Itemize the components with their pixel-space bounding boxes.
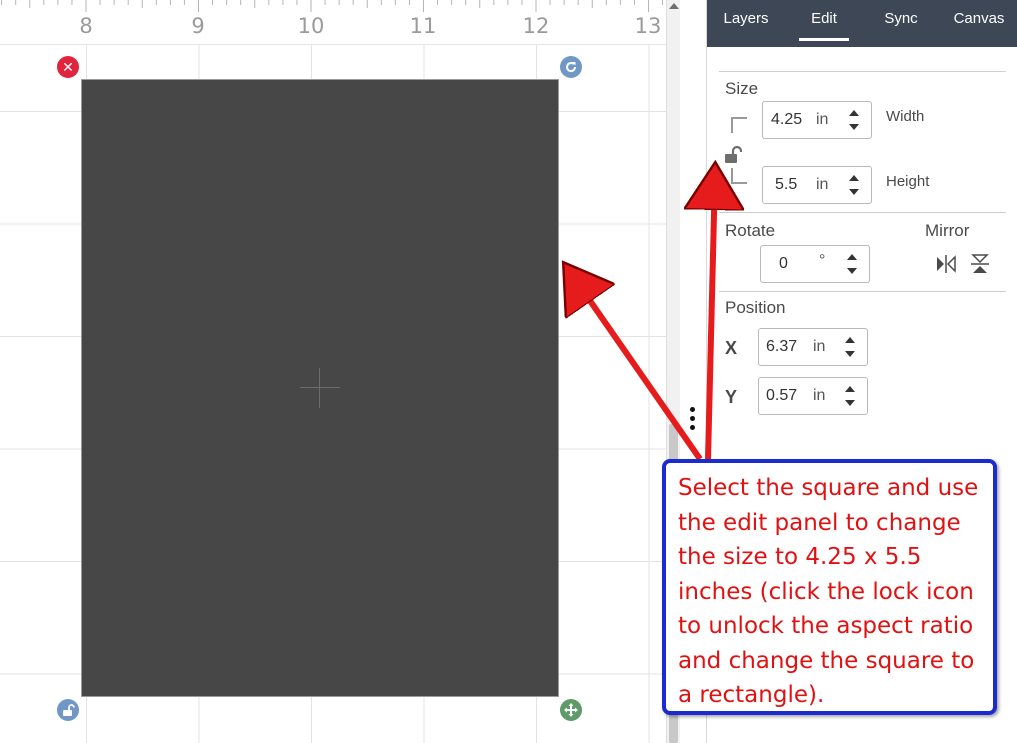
move-arrows-icon bbox=[564, 703, 578, 717]
lock-handle[interactable] bbox=[57, 699, 79, 721]
mirror-horizontal-icon[interactable] bbox=[935, 253, 957, 275]
x-value: 6.37 bbox=[766, 338, 798, 355]
tab-canvas[interactable]: Canvas bbox=[947, 0, 1011, 38]
drag-dot bbox=[690, 416, 695, 421]
ruler-label: 12 bbox=[522, 14, 550, 38]
selected-shape[interactable] bbox=[81, 79, 559, 697]
height-increment-icon[interactable] bbox=[849, 175, 859, 181]
ruler-label: 8 bbox=[79, 14, 93, 38]
y-decrement-icon[interactable] bbox=[845, 400, 855, 406]
ruler-label: 9 bbox=[191, 14, 205, 38]
height-input[interactable]: 5.5 in bbox=[762, 166, 872, 204]
rotate-handle[interactable] bbox=[560, 56, 582, 78]
panel-divider bbox=[719, 212, 1006, 213]
horizontal-ruler: 8 9 10 11 12 13 bbox=[0, 0, 666, 45]
tab-layers[interactable]: Layers bbox=[715, 0, 777, 38]
mirror-vertical-icon[interactable] bbox=[969, 253, 991, 275]
ruler-label: 11 bbox=[409, 14, 437, 38]
scroll-up-arrow-icon[interactable] bbox=[669, 3, 679, 9]
panel-divider bbox=[719, 291, 1006, 292]
height-value: 5.5 bbox=[775, 176, 798, 193]
y-increment-icon[interactable] bbox=[845, 386, 855, 392]
drag-dot bbox=[690, 425, 695, 430]
y-value: 0.57 bbox=[766, 387, 798, 404]
ruler-label: 10 bbox=[297, 14, 325, 38]
y-label: Y bbox=[725, 387, 738, 407]
rotate-icon bbox=[566, 62, 577, 73]
height-unit: in bbox=[816, 176, 829, 193]
aspect-bracket-top bbox=[731, 117, 747, 133]
mirror-section-label: Mirror bbox=[925, 221, 970, 240]
height-decrement-icon[interactable] bbox=[849, 189, 859, 195]
delete-handle[interactable]: ✕ bbox=[57, 56, 79, 78]
shape-center-crosshair bbox=[300, 368, 340, 408]
x-unit: in bbox=[813, 338, 826, 355]
rotate-unit: ° bbox=[819, 252, 826, 269]
width-label: Width bbox=[886, 108, 925, 125]
rotate-increment-icon[interactable] bbox=[847, 254, 857, 260]
position-section-label: Position bbox=[725, 298, 786, 317]
y-position-input[interactable]: 0.57 in bbox=[758, 377, 868, 415]
drag-dot bbox=[690, 407, 695, 412]
x-decrement-icon[interactable] bbox=[845, 351, 855, 357]
annotation-callout: Select the square and use the edit panel… bbox=[662, 459, 997, 715]
panel-resize-handle[interactable] bbox=[689, 405, 697, 433]
rotate-value: 0 bbox=[779, 255, 788, 272]
height-label: Height bbox=[886, 173, 930, 190]
panel-tab-bar: Layers Edit Sync Canvas bbox=[707, 0, 1017, 47]
design-canvas[interactable]: 8 9 10 11 12 13 ✕ bbox=[0, 0, 666, 743]
width-unit: in bbox=[816, 111, 829, 128]
rotate-input[interactable]: 0 ° bbox=[760, 245, 870, 283]
ruler-label: 13 bbox=[634, 14, 662, 38]
aspect-bracket-bottom bbox=[731, 168, 747, 184]
lock-open-icon[interactable] bbox=[724, 146, 746, 166]
lock-open-icon bbox=[63, 704, 75, 716]
width-decrement-icon[interactable] bbox=[849, 124, 859, 130]
y-unit: in bbox=[813, 387, 826, 404]
resize-handle[interactable] bbox=[560, 699, 582, 721]
tab-edit[interactable]: Edit bbox=[799, 0, 849, 41]
rotate-decrement-icon[interactable] bbox=[847, 268, 857, 274]
panel-divider bbox=[719, 71, 1006, 72]
ruler-ticks bbox=[1, 0, 664, 12]
width-value: 4.25 bbox=[771, 111, 803, 128]
size-section-label: Size bbox=[725, 79, 759, 98]
tab-sync[interactable]: Sync bbox=[875, 0, 927, 38]
close-icon: ✕ bbox=[62, 58, 74, 75]
width-input[interactable]: 4.25 in bbox=[762, 101, 872, 139]
width-increment-icon[interactable] bbox=[849, 110, 859, 116]
rotate-section-label: Rotate bbox=[725, 221, 776, 240]
x-label: X bbox=[725, 338, 738, 358]
annotation-text: Select the square and use the edit panel… bbox=[678, 475, 979, 708]
x-increment-icon[interactable] bbox=[845, 337, 855, 343]
x-position-input[interactable]: 6.37 in bbox=[758, 328, 868, 366]
